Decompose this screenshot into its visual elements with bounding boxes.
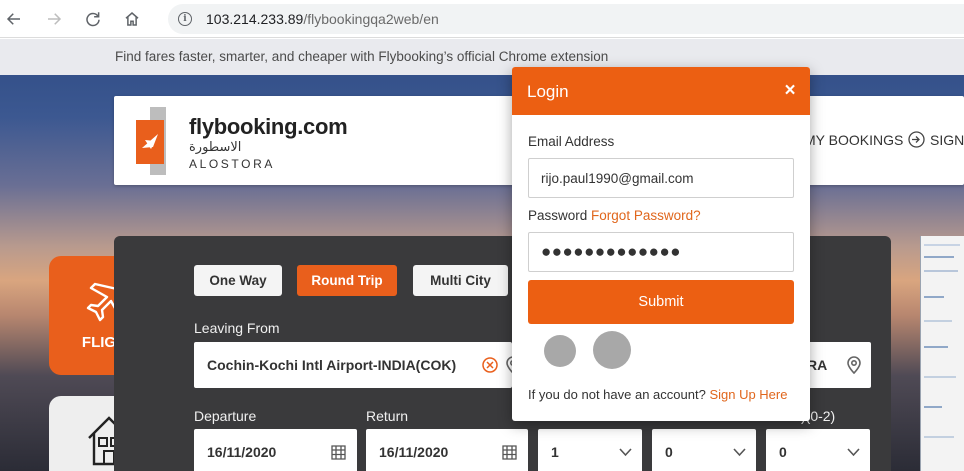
signup-link[interactable]: Sign Up Here (709, 387, 787, 402)
logo-icon (136, 107, 166, 175)
adults-select[interactable]: 1 (538, 429, 642, 471)
home-icon[interactable] (120, 7, 144, 31)
modal-title: Login (527, 82, 569, 101)
back-icon[interactable] (2, 7, 26, 31)
clear-icon[interactable] (482, 357, 498, 373)
login-modal: Login × Email Address rijo.paul1990@gmai… (512, 67, 810, 421)
chevron-down-icon (619, 448, 632, 457)
return-field[interactable]: 16/11/2020 (366, 429, 528, 471)
submit-button[interactable]: Submit (528, 280, 794, 324)
email-field[interactable]: rijo.paul1990@gmail.com (528, 158, 794, 198)
extension-banner-text: Find fares faster, smarter, and cheaper … (115, 49, 609, 64)
adults-value: 1 (551, 444, 559, 460)
children-value: 0 (665, 444, 673, 460)
sign-in-link[interactable]: SIGN (930, 132, 964, 148)
infants-select[interactable]: 0 (766, 429, 870, 471)
logo-arabic: الاسطورة (189, 139, 242, 154)
forgot-password-link[interactable]: Forgot Password? (591, 208, 701, 223)
children-select[interactable]: 0 (652, 429, 756, 471)
my-bookings-link[interactable]: MY BOOKINGS (804, 132, 903, 148)
sign-in-icon[interactable] (908, 131, 925, 148)
trip-one-way[interactable]: One Way (194, 265, 282, 296)
leaving-from-field[interactable]: Cochin-Kochi Intl Airport-INDIA(COK) (194, 342, 520, 388)
trip-round-trip[interactable]: Round Trip (297, 265, 397, 296)
signup-prompt-text: If you do not have an account? (528, 387, 706, 402)
leaving-from-label: Leaving From (194, 320, 280, 336)
chevron-down-icon (847, 448, 860, 457)
map-pin-icon[interactable] (845, 355, 863, 375)
chevron-down-icon (733, 448, 746, 457)
url-text: 103.214.233.89/flybookingqa2web/en (206, 11, 439, 27)
close-icon[interactable]: × (782, 81, 798, 101)
url-host: 103.214.233.89 (206, 11, 304, 27)
forward-icon[interactable] (42, 7, 66, 31)
info-icon[interactable]: i (178, 12, 192, 26)
social-login-icon[interactable] (593, 331, 631, 369)
page-background: Find fares faster, smarter, and cheaper … (0, 39, 964, 471)
password-mask: ●●●●●●●●●●●●● (541, 242, 681, 261)
trip-multi-city[interactable]: Multi City (413, 265, 508, 296)
social-login-icon[interactable] (544, 335, 576, 367)
departure-field[interactable]: 16/11/2020 (194, 429, 357, 471)
infants-value: 0 (779, 444, 787, 460)
calendar-icon[interactable] (331, 445, 346, 460)
address-bar[interactable]: i 103.214.233.89/flybookingqa2web/en (168, 4, 964, 34)
email-value: rijo.paul1990@gmail.com (541, 171, 694, 186)
logo-subtitle: ALOSTORA (189, 157, 275, 171)
email-label: Email Address (528, 134, 615, 149)
browser-toolbar: i 103.214.233.89/flybookingqa2web/en (0, 0, 964, 38)
return-label: Return (366, 408, 409, 424)
modal-header: Login × (512, 67, 810, 115)
reload-icon[interactable] (81, 7, 105, 31)
screenshot-thumbnail (920, 236, 964, 471)
logo-text[interactable]: flybooking.com (189, 114, 348, 140)
departure-value: 16/11/2020 (207, 444, 277, 460)
password-field[interactable]: ●●●●●●●●●●●●● (528, 232, 794, 272)
password-label-row: Password Forgot Password? (528, 208, 701, 223)
leaving-from-value: Cochin-Kochi Intl Airport-INDIA(COK) (207, 357, 457, 373)
extension-banner: Find fares faster, smarter, and cheaper … (0, 39, 964, 75)
return-value: 16/11/2020 (379, 444, 449, 460)
calendar-icon[interactable] (502, 445, 517, 460)
signup-prompt: If you do not have an account? Sign Up H… (528, 387, 787, 402)
url-path: /flybookingqa2web/en (303, 11, 439, 27)
going-to-value: RA (807, 357, 828, 373)
password-label: Password (528, 208, 588, 223)
departure-label: Departure (194, 408, 257, 424)
